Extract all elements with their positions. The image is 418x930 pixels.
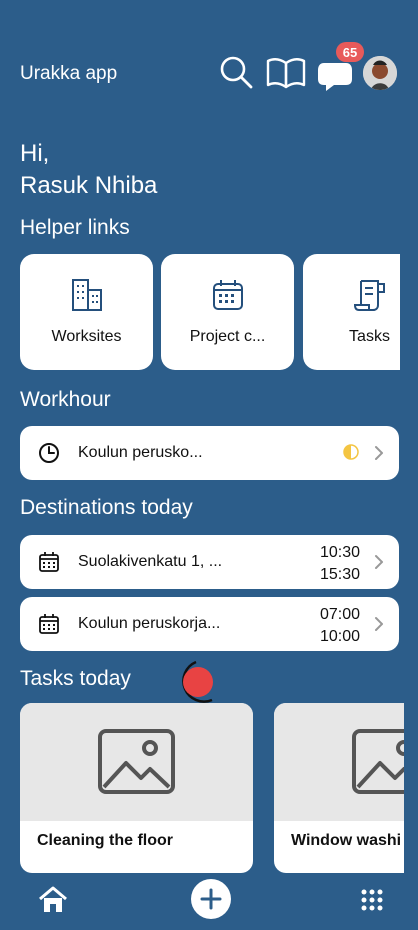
plus-icon [200,888,222,910]
bottom-nav [0,874,418,930]
search-icon[interactable] [218,54,254,90]
helper-link-project-calendar[interactable]: Project c... [161,254,294,370]
destination-times: 10:30 15:30 [320,542,360,586]
image-placeholder [20,703,253,821]
tasks-title: Tasks today [20,667,131,690]
task-card[interactable]: Cleaning the floor [20,703,253,873]
helper-link-label: Tasks [349,328,390,345]
user-name: Rasuk Nhiba [20,172,158,199]
destination-end-time: 10:00 [319,628,360,645]
half-moon-icon [343,444,359,460]
destination-label: Suolakivenkatu 1, ... [78,553,223,570]
greeting-hi: Hi, [20,140,50,167]
add-button[interactable] [191,879,231,919]
grid-icon[interactable] [361,889,383,911]
home-icon[interactable] [38,886,68,914]
task-card[interactable]: Window washi [274,703,404,873]
destination-item[interactable]: Koulun peruskorja... 07:00 10:00 [20,597,399,651]
top-bar: Urakka app 65 [0,0,418,140]
calendar-icon [38,551,60,573]
task-title: Cleaning the floor [37,832,173,849]
image-placeholder-icon [352,729,404,794]
workhour-title: Workhour [20,388,111,411]
calendar-icon [211,278,245,312]
avatar[interactable] [363,56,397,90]
helper-links-row: Worksites Project c... Tasks [20,254,400,370]
image-placeholder-icon [98,729,175,794]
chevron-right-icon [373,445,385,461]
document-icon [353,278,387,312]
destination-times: 07:00 10:00 [320,604,360,648]
destinations-title: Destinations today [20,496,193,519]
chevron-right-icon [373,554,385,570]
greeting: Hi, Rasuk Nhiba [20,138,157,202]
notification-badge: 65 [336,42,364,62]
destination-end-time: 15:30 [319,566,360,583]
building-icon [70,278,104,312]
app-title: Urakka app [20,63,118,84]
helper-link-label: Project c... [189,328,266,345]
helper-link-label: Worksites [51,328,122,345]
destination-item[interactable]: Suolakivenkatu 1, ... 10:30 15:30 [20,535,399,589]
destination-start-time: 07:00 [319,606,360,623]
workhour-label: Koulun perusko... [78,444,203,461]
task-title: Window washi [291,832,402,849]
destination-label: Koulun peruskorja... [78,615,221,632]
chevron-right-icon [373,616,385,632]
helper-link-worksites[interactable]: Worksites [20,254,153,370]
calendar-icon [38,613,60,635]
destination-start-time: 10:30 [319,544,360,561]
clock-icon [38,442,60,464]
book-icon[interactable] [266,54,306,90]
helper-link-tasks[interactable]: Tasks [303,254,400,370]
image-placeholder [274,703,404,821]
record-button[interactable] [168,656,218,710]
helper-links-title: Helper links [20,216,130,239]
tasks-row: Cleaning the floor Window washi [20,703,404,873]
workhour-item[interactable]: Koulun perusko... [20,426,399,480]
